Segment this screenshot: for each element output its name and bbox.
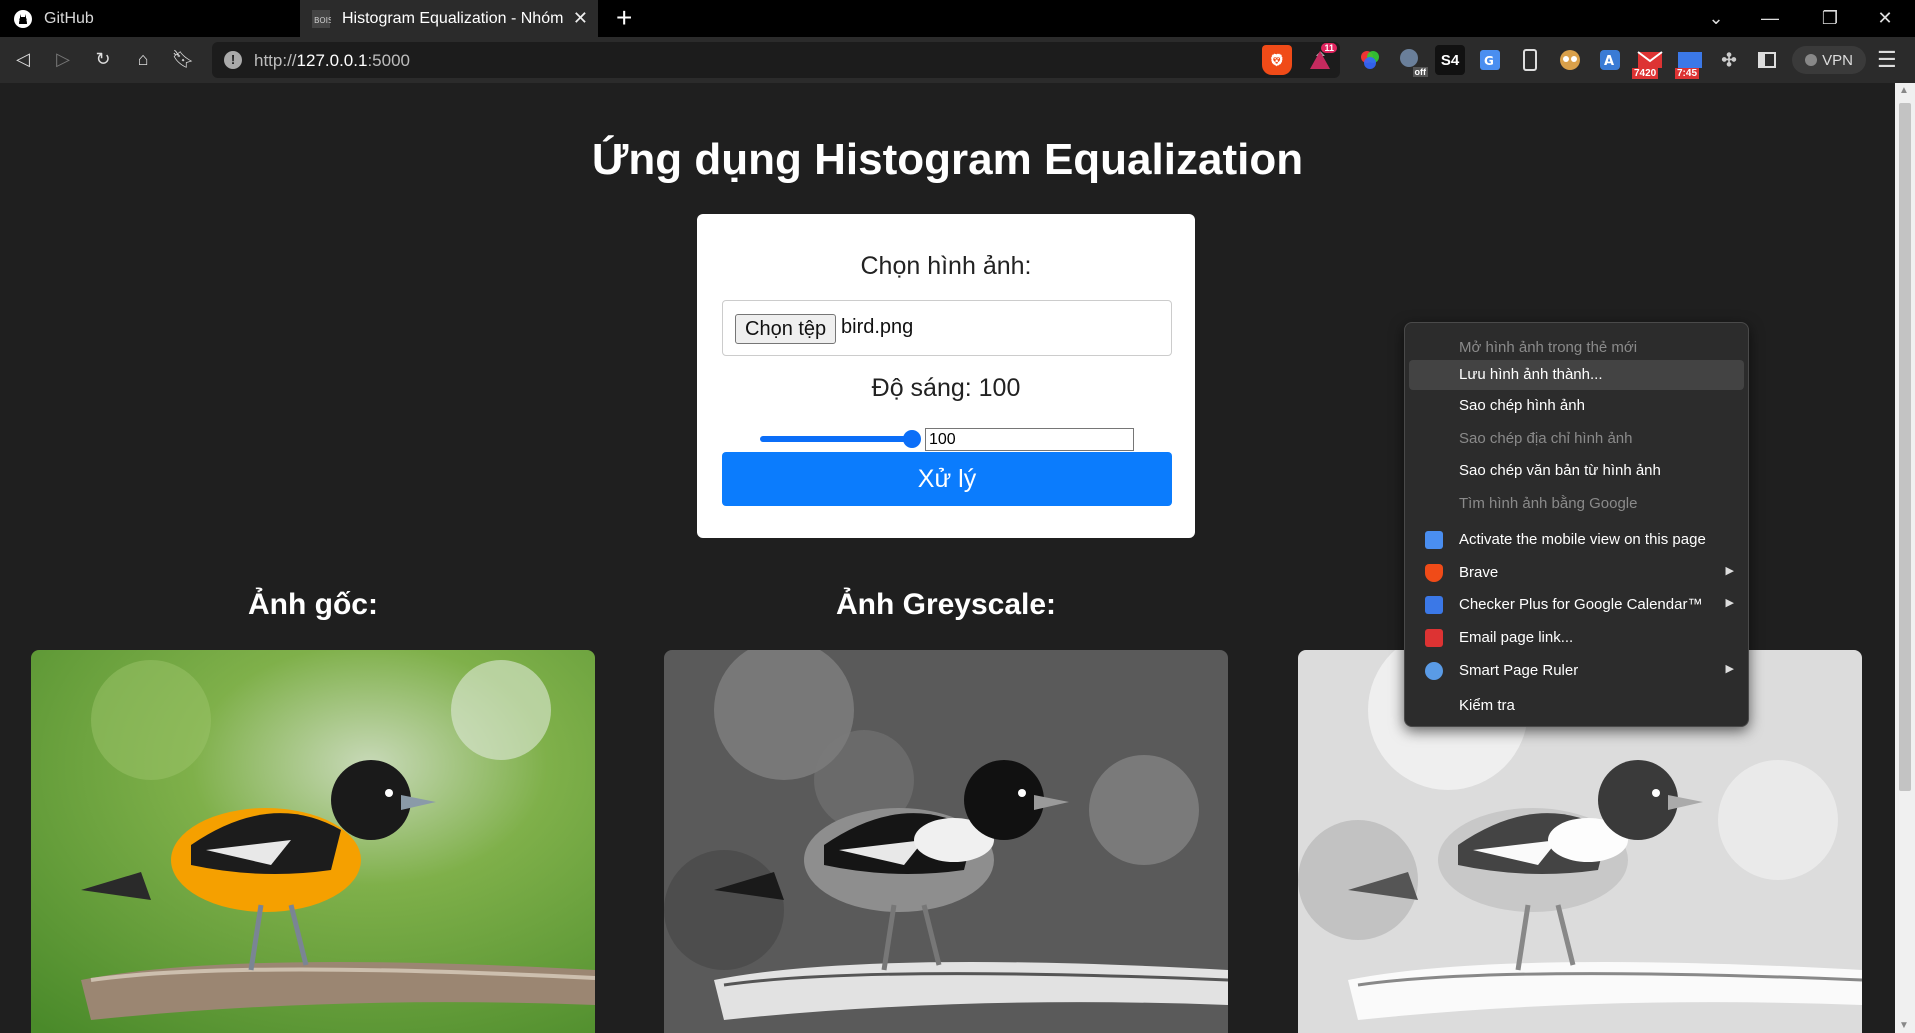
page-title: Ứng dụng Histogram Equalization — [591, 135, 1304, 184]
font-extension-icon[interactable]: A — [1595, 45, 1625, 75]
menu-item-email-page-link[interactable]: Email page link... — [1409, 623, 1744, 653]
bookmark-icon[interactable]: 🔖︎ — [168, 44, 198, 74]
menu-item-checker-plus-calendar[interactable]: Checker Plus for Google Calendar™ ▶ — [1409, 590, 1744, 620]
home-icon[interactable]: ⌂ — [128, 44, 158, 74]
brave-rewards-icon[interactable]: 11 — [1305, 43, 1337, 75]
gmail-icon — [1425, 629, 1443, 647]
page-scrollbar[interactable]: ▲ ▼ — [1895, 83, 1915, 1033]
scroll-thumb[interactable] — [1899, 103, 1911, 791]
menu-item-brave[interactable]: Brave ▶ — [1409, 558, 1744, 588]
forward-icon[interactable]: ▷ — [48, 44, 78, 74]
tab-histogram[interactable]: BOIS Histogram Equalization - Nhóm 5 ✕ — [300, 0, 598, 37]
svg-text:BOIS: BOIS — [314, 16, 331, 25]
original-image-title: Ảnh gốc: — [248, 588, 378, 621]
menu-item-copy-text-from-image[interactable]: Sao chép văn bản từ hình ảnh — [1409, 456, 1744, 486]
close-window-icon[interactable]: ✕ — [1855, 0, 1915, 37]
browser-menu-icon[interactable]: ☰ — [1877, 47, 1897, 73]
brightness-slider-thumb[interactable] — [903, 430, 921, 448]
menu-item-smart-page-ruler[interactable]: Smart Page Ruler ▶ — [1409, 656, 1744, 686]
calendar-clock-icon[interactable]: 7:45 — [1674, 45, 1706, 79]
reload-icon[interactable]: ↻ — [88, 44, 118, 74]
submenu-arrow-icon: ▶ — [1725, 663, 1734, 675]
extension-off-icon[interactable]: off — [1395, 45, 1428, 77]
menu-item-copy-image[interactable]: Sao chép hình ảnh — [1409, 391, 1744, 421]
restore-icon[interactable]: ❐ — [1800, 0, 1860, 37]
new-tab-icon[interactable]: + — [616, 2, 632, 34]
process-button[interactable]: Xử lý — [722, 452, 1172, 506]
menu-item-inspect[interactable]: Kiểm tra — [1409, 691, 1744, 721]
vpn-button[interactable]: VPN — [1792, 46, 1866, 74]
scroll-up-icon[interactable]: ▲ — [1899, 85, 1909, 96]
tab-strip: GitHub BOIS Histogram Equalization - Nhó… — [0, 0, 1915, 37]
selected-file-name: bird.png — [841, 316, 914, 338]
choose-file-button[interactable]: Chọn tệp — [735, 314, 837, 344]
tab-title: GitHub — [44, 9, 94, 27]
site-info-icon[interactable]: ! — [224, 51, 242, 69]
greyscale-bird-image[interactable] — [664, 650, 1228, 1033]
tab-title: Histogram Equalization - Nhóm 5 — [342, 9, 567, 27]
brightness-label: Độ sáng: 100 — [871, 374, 1021, 402]
translate-icon[interactable]: G — [1475, 45, 1505, 75]
color-picker-icon[interactable] — [1355, 45, 1385, 75]
close-tab-icon[interactable]: ✕ — [573, 8, 588, 29]
owl-icon[interactable] — [1555, 45, 1585, 75]
vpn-status-icon — [1805, 54, 1818, 66]
brave-shields-icon[interactable]: 🦁︎ — [1262, 45, 1292, 75]
github-icon — [12, 8, 34, 30]
ruler-icon — [1425, 662, 1443, 680]
scroll-down-icon[interactable]: ▼ — [1899, 1020, 1909, 1031]
brightness-number-input[interactable]: 100 — [925, 428, 1134, 451]
original-bird-image[interactable] — [31, 650, 595, 1033]
extensions-puzzle-icon[interactable]: ✣ — [1714, 45, 1744, 75]
svg-text:G: G — [1484, 54, 1494, 68]
back-icon[interactable]: ◁ — [8, 44, 38, 74]
upload-form-card: Chọn hình ảnh: Chọn tệp bird.png Độ sáng… — [697, 214, 1195, 538]
tab-github[interactable]: GitHub — [0, 0, 300, 37]
minimize-icon[interactable]: — — [1740, 0, 1800, 37]
choose-image-label: Chọn hình ảnh: — [860, 252, 1032, 280]
mobile-view-icon[interactable] — [1515, 45, 1545, 75]
sidebar-toggle-icon[interactable] — [1752, 45, 1782, 75]
menu-item-search-image-google[interactable]: Tìm hình ảnh bằng Google — [1409, 489, 1744, 519]
image-context-menu: Mở hình ảnh trong thẻ mới Lưu hình ảnh t… — [1404, 322, 1749, 727]
s4-extension-icon[interactable]: S4 — [1435, 45, 1465, 75]
site-favicon-icon: BOIS — [310, 8, 332, 30]
tab-search-chevron-icon[interactable]: ⌄ — [1686, 0, 1746, 37]
vpn-label: VPN — [1822, 51, 1853, 69]
greyscale-image-title: Ảnh Greyscale: — [835, 588, 1057, 621]
svg-text:A: A — [1604, 54, 1614, 69]
menu-item-activate-mobile-view[interactable]: Activate the mobile view on this page — [1409, 525, 1744, 555]
file-input[interactable]: Chọn tệp bird.png — [722, 300, 1172, 356]
menu-item-save-image-as[interactable]: Lưu hình ảnh thành... — [1409, 360, 1744, 390]
submenu-arrow-icon: ▶ — [1725, 565, 1734, 577]
browser-toolbar: ◁ ▷ ↻ ⌂ 🔖︎ ! http://127.0.0.1:5000 ⇪ 🦁︎ … — [0, 37, 1915, 83]
calendar-icon — [1425, 596, 1443, 614]
submenu-arrow-icon: ▶ — [1725, 597, 1734, 609]
brave-lion-icon — [1425, 564, 1443, 582]
brightness-slider[interactable] — [760, 436, 915, 442]
address-bar[interactable]: ! http://127.0.0.1:5000 ⇪ — [212, 42, 1340, 78]
menu-item-copy-image-address[interactable]: Sao chép địa chỉ hình ảnh — [1409, 424, 1744, 454]
mobile-view-icon — [1425, 531, 1443, 549]
menu-item-open-image-new-tab[interactable]: Mở hình ảnh trong thẻ mới — [1409, 333, 1744, 363]
url-text: http://127.0.0.1:5000 — [254, 51, 410, 70]
gmail-checker-icon[interactable]: 7420 — [1632, 45, 1668, 79]
